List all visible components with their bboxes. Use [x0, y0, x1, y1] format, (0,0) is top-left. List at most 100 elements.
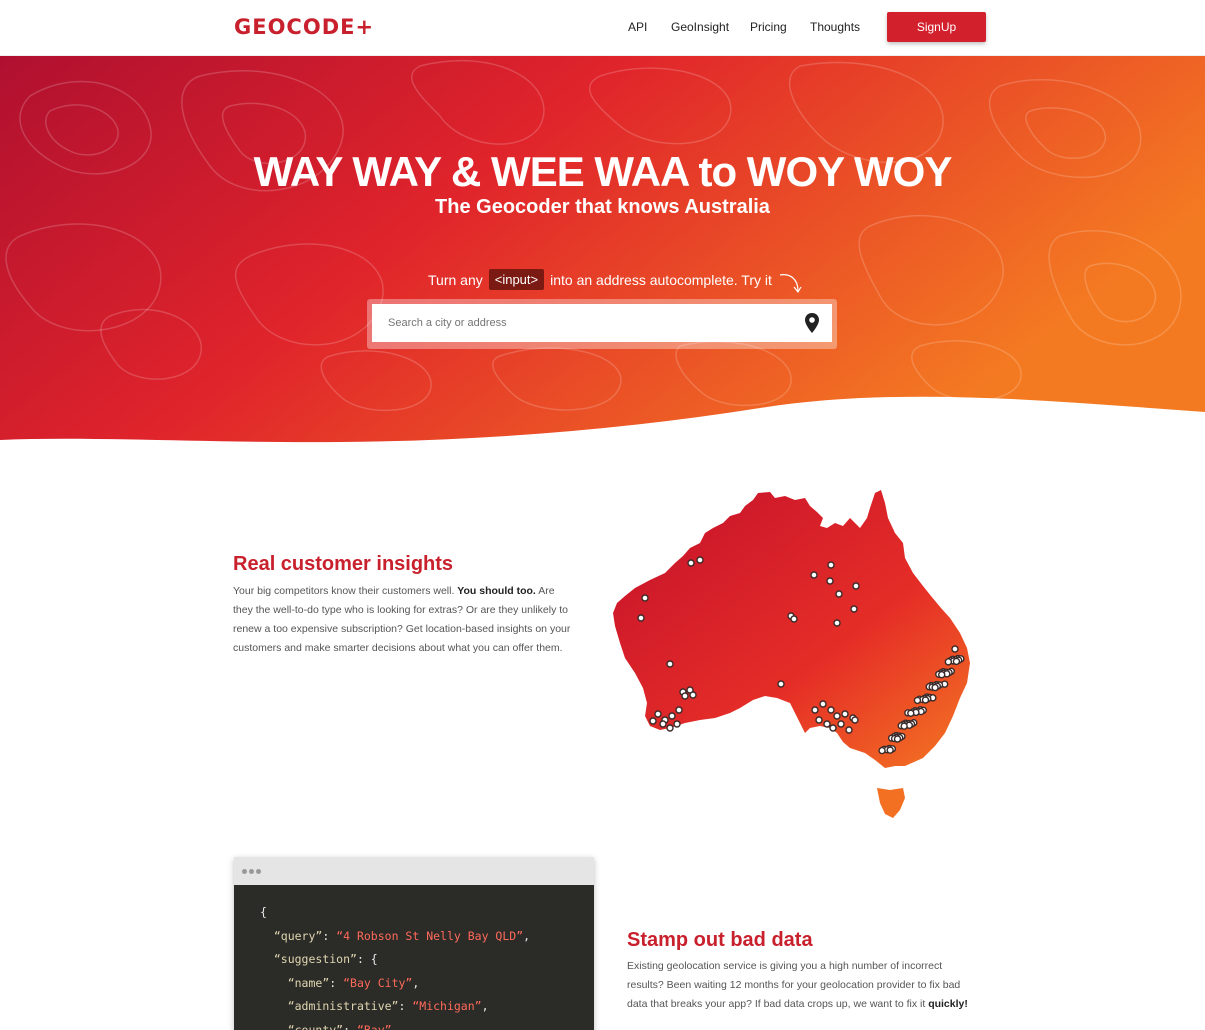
customer-location-dot	[673, 720, 681, 728]
customer-location-dot	[659, 720, 667, 728]
insights-body-start: Your big competitors know their customer…	[233, 585, 455, 597]
customer-location-dot	[851, 716, 859, 724]
signup-button[interactable]: SignUp	[887, 12, 986, 42]
bad-data-body-bold: quickly!	[928, 998, 968, 1010]
customer-location-dot	[681, 692, 689, 700]
window-dot-icon	[242, 869, 247, 874]
try-prefix: Turn any	[428, 271, 483, 288]
customer-location-dot	[829, 724, 837, 732]
bad-data-body: Existing geolocation service is giving y…	[627, 957, 972, 1014]
customer-location-dot	[790, 615, 798, 623]
code-key: “query”	[273, 928, 323, 943]
customer-location-dot	[810, 571, 818, 579]
customer-location-dot	[900, 722, 908, 730]
code-line: {	[260, 901, 594, 925]
insights-body: Your big competitors know their customer…	[233, 582, 573, 658]
address-search-input[interactable]	[372, 304, 832, 342]
customer-location-dot	[944, 658, 953, 666]
code-key: “name”	[287, 975, 330, 990]
code-line: “query”: “4 Robson St Nelly Bay QLD”,	[273, 928, 531, 943]
customer-location-dot	[827, 706, 835, 714]
code-sample: { “query”: “4 Robson St Nelly Bay QLD”, …	[234, 885, 594, 1030]
hero-subtitle: The Geocoder that knows Australia	[435, 196, 770, 218]
insights-title: Real customer insights	[233, 553, 454, 575]
code-punctuation: : {	[356, 952, 378, 966]
customer-location-dot	[826, 577, 834, 585]
tasmania	[877, 788, 905, 818]
customer-location-dot	[841, 710, 849, 718]
code-value: “4 Robson St Nelly Bay QLD”	[336, 928, 524, 943]
api-response-code-window: { “query”: “4 Robson St Nelly Bay QLD”, …	[234, 857, 594, 1030]
curved-arrow-icon	[779, 274, 802, 294]
nav-thoughts[interactable]: Thoughts	[810, 20, 860, 34]
try-it-line: Turn any <input> into an address autocom…	[428, 269, 772, 290]
customer-location-dot	[907, 709, 915, 717]
code-line: “suggestion”: {	[260, 948, 594, 972]
customer-location-dot	[893, 735, 902, 743]
customer-location-dot	[878, 746, 886, 755]
logo[interactable]: GEOCODE+	[234, 15, 374, 39]
customer-location-dot	[666, 724, 674, 732]
try-suffix: into an address autocomplete. Try it	[550, 271, 772, 288]
customer-location-dot	[845, 726, 853, 734]
customer-location-dot	[687, 559, 695, 567]
customer-location-dot	[938, 671, 946, 679]
customer-location-dot	[852, 582, 860, 590]
customer-location-dot	[668, 712, 676, 720]
code-key: “county”	[287, 1022, 344, 1030]
customer-location-dot	[931, 683, 939, 692]
customer-location-dot	[952, 657, 961, 666]
code-punctuation: ,	[391, 1022, 399, 1030]
map-pin-icon[interactable]	[805, 313, 819, 333]
customer-location-dot	[819, 700, 827, 708]
code-window-titlebar	[234, 857, 594, 885]
customer-location-dot	[951, 645, 959, 653]
australia-customer-map	[613, 490, 970, 818]
customer-location-dot	[641, 594, 649, 602]
customer-location-dot	[637, 614, 645, 622]
customer-location-dot	[696, 556, 704, 564]
window-dot-icon	[256, 869, 261, 874]
customer-location-dot	[913, 696, 922, 705]
bad-data-title: Stamp out bad data	[627, 929, 813, 951]
customer-location-dot	[666, 660, 674, 668]
hero-banner: WAY WAY & WEE WAA to WOY WOY The Geocode…	[0, 56, 1205, 460]
bad-data-body-text: Existing geolocation service is giving y…	[627, 960, 961, 1010]
customer-location-dot	[777, 680, 785, 688]
customer-location-dot	[833, 619, 841, 627]
nav-geoinsight[interactable]: GeoInsight	[671, 20, 729, 34]
customer-location-dot	[654, 710, 662, 718]
australia-mainland	[613, 490, 970, 768]
customer-location-dot	[837, 720, 845, 728]
code-punctuation: ,	[481, 999, 489, 1013]
code-value: “Michigan”	[412, 999, 482, 1013]
customer-location-dot	[921, 696, 930, 704]
customer-location-dot	[811, 706, 819, 714]
code-line: “administrative”: “Michigan”,	[287, 999, 489, 1013]
hero-topographic-background	[0, 56, 1205, 443]
code-value: “Bay City”	[343, 975, 413, 990]
insights-body-bold: You should too.	[457, 585, 536, 597]
nav-api[interactable]: API	[628, 20, 647, 34]
customer-location-dot	[850, 605, 858, 613]
code-punctuation: ,	[523, 928, 531, 943]
code-key: “suggestion”	[273, 952, 357, 966]
customer-location-dot	[815, 716, 823, 724]
code-value: “Bay”	[356, 1022, 392, 1030]
window-dot-icon	[249, 869, 254, 874]
code-line: “county”: “Bay”,	[260, 1019, 594, 1030]
customer-location-dot	[689, 691, 697, 699]
customer-location-dot	[827, 561, 835, 569]
input-code-chip: <input>	[488, 269, 545, 290]
code-punctuation: ,	[412, 975, 420, 990]
code-line: “name”: “Bay City”,	[287, 975, 420, 990]
code-key: “administrative”	[287, 999, 399, 1013]
customer-location-dot	[886, 746, 894, 754]
nav-pricing[interactable]: Pricing	[750, 20, 787, 34]
top-navigation-bar: GEOCODE+ API GeoInsight Pricing Thoughts…	[0, 0, 1205, 56]
hero-title: WAY WAY & WEE WAA to WOY WOY	[253, 148, 953, 195]
customer-location-dot	[649, 717, 657, 725]
customer-location-dot	[835, 590, 843, 598]
customer-location-dot	[675, 706, 683, 714]
customer-location-dot	[833, 712, 841, 720]
